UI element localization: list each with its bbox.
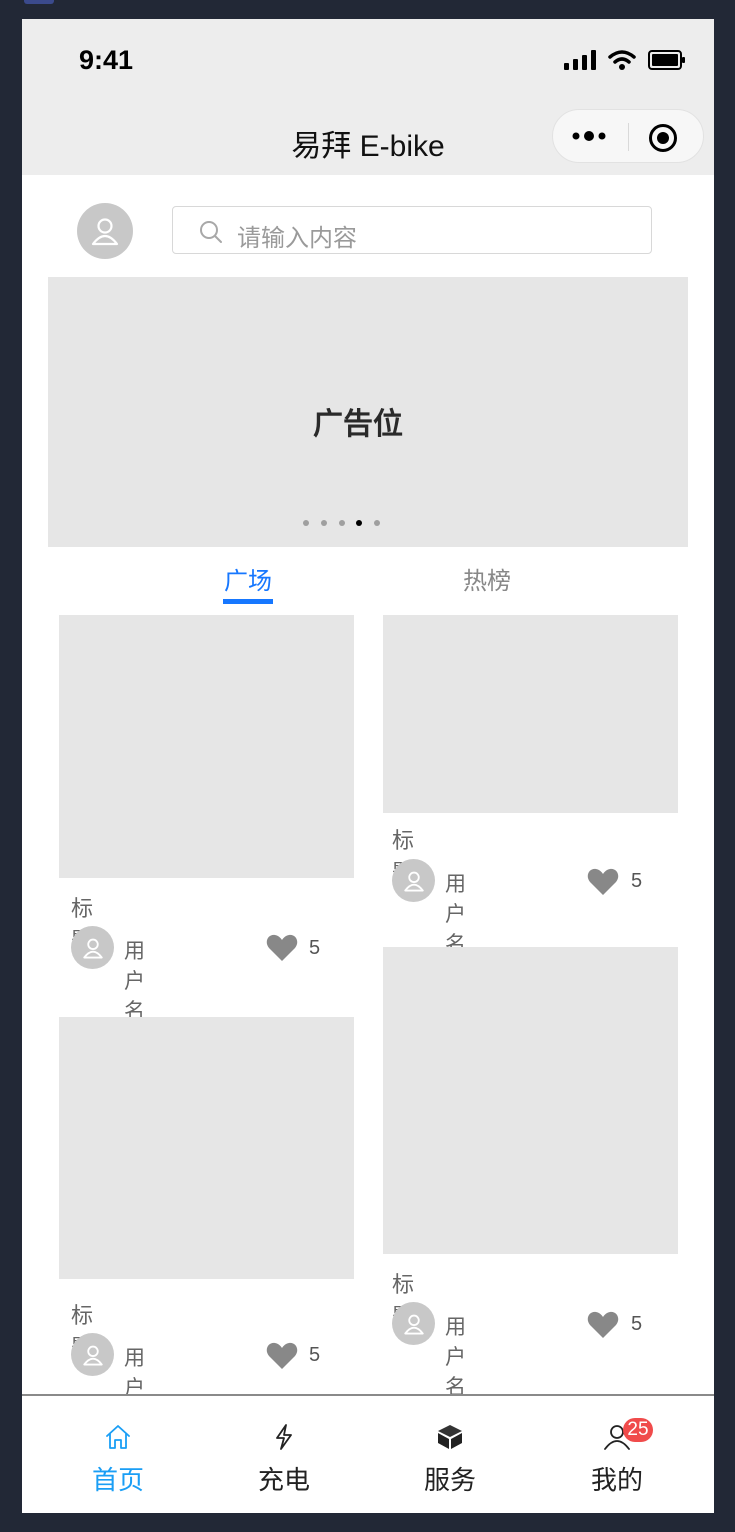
active-tab-indicator (223, 599, 273, 604)
heart-icon[interactable] (266, 1342, 298, 1370)
wifi-icon (608, 50, 636, 70)
like-count: 5 (631, 1313, 643, 1335)
post-image (383, 947, 678, 1254)
post-author-avatar[interactable] (71, 1333, 114, 1376)
banner-text: 广告位 (313, 408, 403, 441)
banner-dot[interactable] (303, 520, 309, 526)
heart-icon[interactable] (587, 868, 619, 896)
user-icon (82, 938, 103, 958)
user-icon (91, 218, 119, 246)
like-count: 5 (309, 1344, 321, 1366)
close-target-icon[interactable] (648, 123, 678, 153)
status-icons (564, 49, 686, 71)
search-input[interactable]: 请输入内容 (172, 206, 652, 254)
post-author-avatar[interactable] (71, 926, 114, 969)
ad-banner[interactable]: 广告位 (48, 277, 688, 547)
tab-plaza[interactable]: 广场 (224, 561, 272, 596)
window-corner-mark (24, 0, 54, 4)
post-image (383, 615, 678, 813)
notification-badge: 25 (623, 1418, 653, 1442)
user-avatar[interactable] (77, 203, 133, 259)
like-count: 5 (631, 870, 643, 892)
search-icon (200, 221, 222, 243)
more-icon[interactable] (571, 124, 607, 148)
user-icon (403, 1314, 424, 1334)
phone-screen: 9:41 易拜 E-bike 请输入内容 广告位 广场 热榜 标 用户名 5 标… (22, 19, 714, 1513)
banner-dot[interactable] (321, 520, 327, 526)
banner-dot-active[interactable] (356, 520, 362, 526)
status-bar: 9:41 (22, 19, 714, 109)
post-author-avatar[interactable] (392, 859, 435, 902)
post-username: 用户名 (124, 940, 145, 1023)
tabbar-item-home[interactable]: 首页 (58, 1396, 178, 1513)
bottom-tab-bar: 首页 充电 服务 我的 25 (22, 1394, 714, 1513)
tabbar-item-mine[interactable]: 我的 (557, 1396, 677, 1513)
mini-program-capsule (552, 109, 704, 163)
signal-icon (564, 50, 596, 70)
feed-tabs: 广场 热榜 (22, 561, 714, 604)
post-username: 用户名 (445, 873, 466, 956)
post-image (59, 1017, 354, 1279)
tabbar-item-service[interactable]: 服务 (390, 1396, 510, 1513)
like-count: 5 (309, 937, 321, 959)
post-username: 用户名 (445, 1316, 466, 1399)
tabbar-label: 充电 (257, 1465, 310, 1495)
bolt-icon (276, 1424, 292, 1450)
cube-icon (438, 1425, 462, 1449)
search-placeholder: 请输入内容 (237, 225, 357, 252)
tabbar-item-charge[interactable]: 充电 (224, 1396, 344, 1513)
tabbar-label: 服务 (423, 1465, 476, 1495)
tabbar-label: 首页 (91, 1465, 144, 1495)
post-image (59, 615, 354, 878)
tab-hot[interactable]: 热榜 (463, 561, 511, 596)
navigation-bar: 易拜 E-bike (22, 109, 714, 175)
heart-icon[interactable] (587, 1311, 619, 1339)
home-icon (106, 1425, 130, 1449)
user-icon (82, 1345, 103, 1365)
status-time: 9:41 (79, 45, 134, 75)
tabbar-label: 我的 (590, 1465, 643, 1495)
banner-dot[interactable] (374, 520, 380, 526)
battery-icon (648, 50, 685, 70)
banner-dot[interactable] (339, 520, 345, 526)
post-author-avatar[interactable] (392, 1302, 435, 1345)
user-icon (403, 871, 424, 891)
heart-icon[interactable] (266, 934, 298, 962)
capsule-divider (628, 123, 629, 151)
